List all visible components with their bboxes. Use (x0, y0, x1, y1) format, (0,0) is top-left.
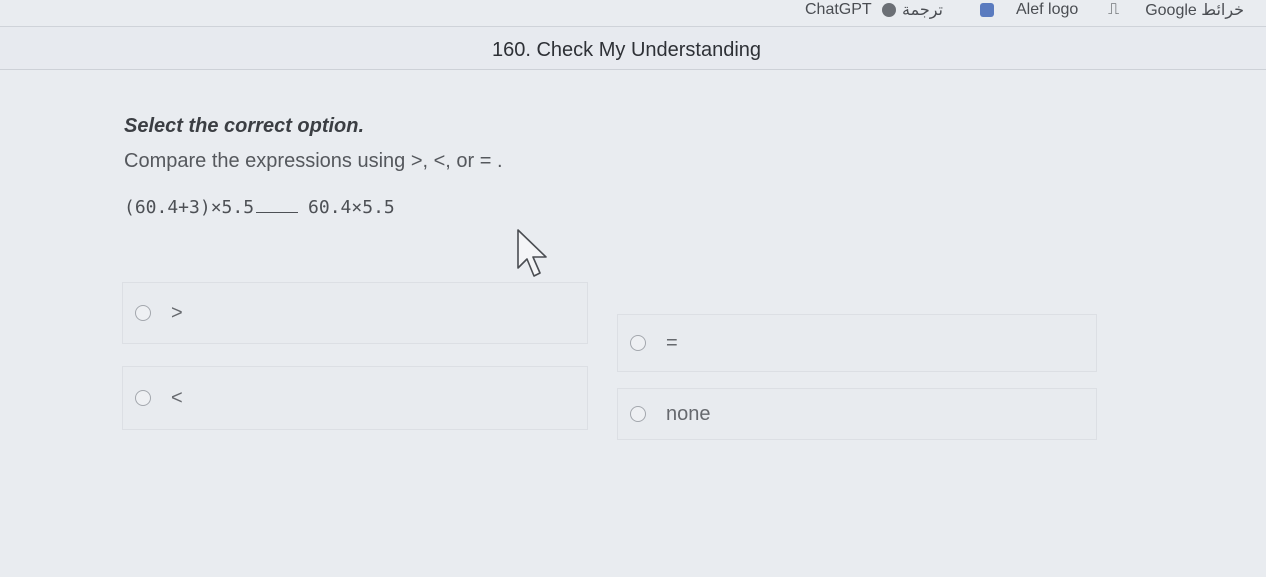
page-title: 160. Check My Understanding (492, 39, 762, 61)
option-none[interactable]: none (617, 388, 1097, 440)
option-label: = (666, 331, 678, 354)
maps-icon: ⎍ (1108, 1, 1120, 18)
answer-blank (256, 196, 299, 213)
radio-button[interactable] (630, 406, 646, 422)
bookmark-google-maps[interactable]: ⎍ Google خرائط (1108, 0, 1244, 20)
question-prompt: Compare the expressions using >, <, or =… (124, 150, 503, 172)
option-label: > (171, 301, 183, 324)
translate-icon (980, 3, 994, 17)
question-instruction: Select the correct option. (124, 115, 365, 137)
comparison-expression: (60.4+3)×5.5 60.4×5.5 (124, 196, 395, 218)
right-expression: 60.4×5.5 (308, 197, 395, 218)
option-greater-than[interactable]: > (122, 282, 588, 344)
bookmark-alef[interactable]: Alef logo (980, 0, 1078, 20)
page-header: 160. Check My Understanding (0, 27, 1266, 70)
option-equal[interactable]: = (617, 314, 1097, 372)
radio-button[interactable] (630, 335, 646, 351)
mouse-pointer-icon (517, 229, 547, 277)
option-label: none (666, 402, 711, 425)
bookmark-chatgpt-label: ChatGPT (805, 1, 872, 18)
globe-icon (882, 3, 896, 17)
left-expression: (60.4+3)×5.5 (124, 197, 255, 218)
bookmarks-bar: ChatGPT ترجمة Alef logo ⎍ Google خرائط (0, 0, 1266, 27)
bookmark-alef-label: Alef logo (1016, 1, 1079, 18)
bookmark-translate[interactable]: ترجمة (882, 0, 943, 20)
option-less-than[interactable]: < (122, 366, 588, 430)
option-label: < (171, 386, 183, 409)
question-panel: Select the correct option. Compare the e… (0, 70, 1266, 577)
bookmark-translate-label: ترجمة (902, 2, 943, 19)
radio-button[interactable] (135, 390, 151, 406)
bookmark-google-maps-label: Google خرائط (1145, 2, 1245, 19)
radio-button[interactable] (135, 305, 151, 321)
bookmark-chatgpt[interactable]: ChatGPT (805, 0, 872, 20)
